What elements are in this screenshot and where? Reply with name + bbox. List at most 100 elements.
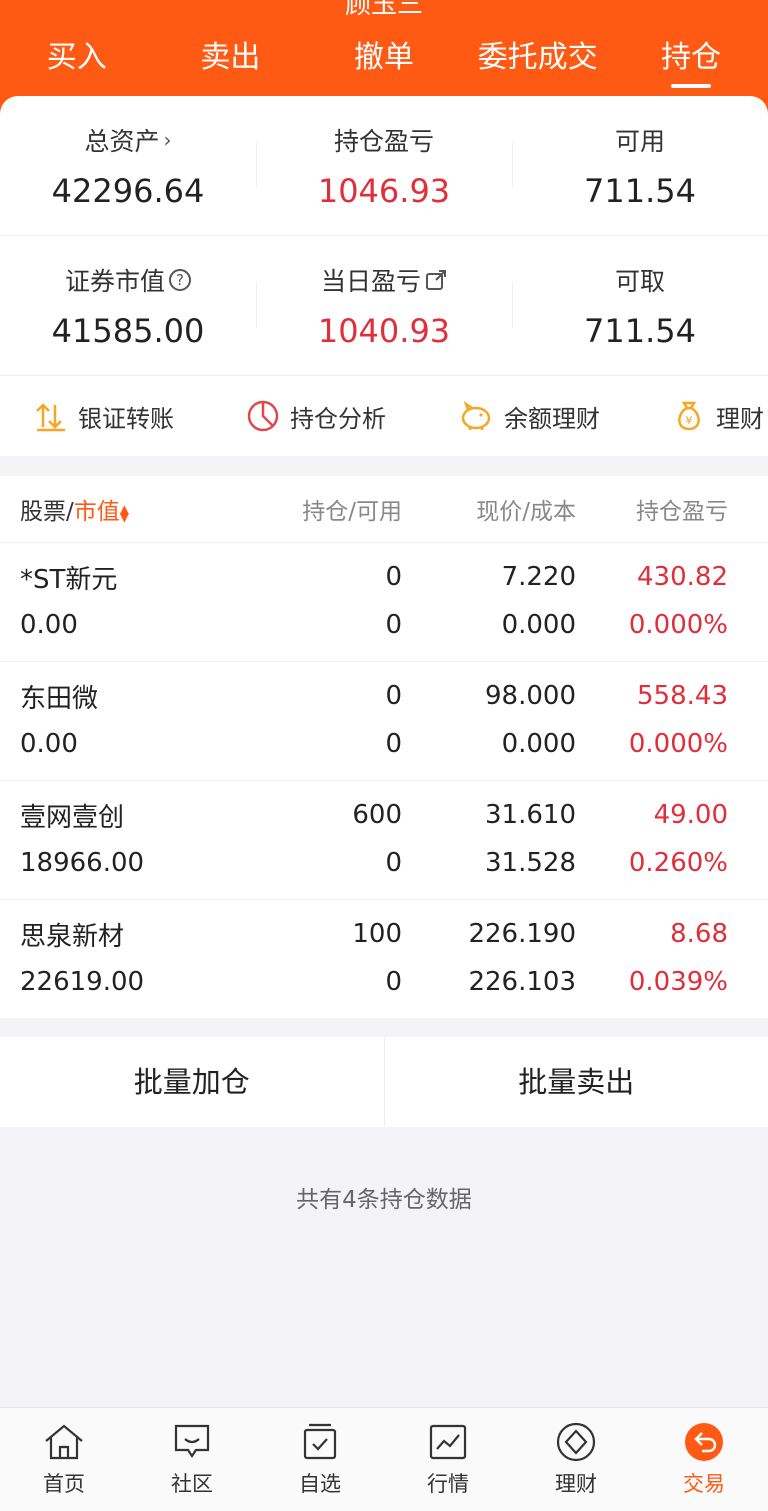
nav-market-label: 行情 [427,1472,469,1496]
money-bag-icon: ¥ [678,401,700,431]
nav-market[interactable]: 行情 [384,1408,512,1511]
available-qty: 0 [385,729,402,759]
position-pl-label: 持仓盈亏 [333,127,434,156]
stock-name: *ST新元 [20,564,118,595]
cost-price: 0.000 [501,610,576,640]
sort-arrows-icon: ▲ ▼ [119,501,129,524]
header-price: 现价/成本 [476,499,576,525]
position-qty: 0 [385,562,402,592]
total-assets-value: 42296.64 [51,172,205,210]
quick-wealth[interactable]: ¥ 理财 [672,399,764,434]
help-icon[interactable]: ? [169,269,191,291]
position-pl: 49.00 [653,800,728,830]
daily-pl-label: 当日盈亏 [320,267,421,296]
quick-transfer-label: 银证转账 [78,404,174,433]
available-value: 711.54 [584,172,696,210]
nav-trade-label: 交易 [683,1472,725,1496]
svg-text:¥: ¥ [686,414,693,427]
trade-icon [685,1423,723,1461]
quick-balance-wealth[interactable]: 余额理财 [458,399,600,434]
current-price: 98.000 [485,681,576,711]
stock-market-value: 22619.00 [20,967,145,997]
available-qty: 0 [385,610,402,640]
batch-actions: 批量加仓 批量卖出 [0,1037,768,1127]
nav-home[interactable]: 首页 [0,1408,128,1511]
market-value-label: 证券市值 [64,267,165,296]
stock-name: 东田微 [20,683,99,714]
chevron-right-icon: › [163,128,172,152]
header-position: 持仓/可用 [302,499,402,525]
position-pl: 430.82 [637,562,728,592]
trade-tabs: 买入 卖出 撤单 委托成交 持仓 [0,34,768,90]
total-assets-label: 总资产 [84,127,160,156]
withdrawable-label: 可取 [614,267,665,296]
quick-analysis[interactable]: 持仓分析 [246,399,386,434]
position-pl-pct: 0.000% [628,610,728,640]
position-pl-value: 1046.93 [317,172,451,210]
nav-wealth-label: 理财 [555,1472,597,1496]
pie-chart-icon [247,400,279,432]
community-icon [174,1424,210,1458]
nav-watchlist[interactable]: 自选 [256,1408,384,1511]
header-pl: 持仓盈亏 [636,499,728,525]
nav-community-label: 社区 [171,1472,213,1496]
withdrawable-funds: 可取 711.54 [512,236,768,375]
bottom-nav: 首页 社区 自选 行情 理财 交易 [0,1407,768,1511]
stock-name: 思泉新材 [20,921,125,952]
batch-add-button[interactable]: 批量加仓 [0,1037,384,1127]
account-summary: 总资产 › 42296.64 持仓盈亏 1046.93 可用 711.54 证券市… [0,96,768,456]
available-qty: 0 [385,848,402,878]
withdrawable-value: 711.54 [584,312,696,350]
wealth-icon [556,1422,596,1462]
position-qty: 0 [385,681,402,711]
nav-home-label: 首页 [43,1472,85,1496]
header-sort-market-value[interactable]: 市值 [74,499,120,525]
account-title: 顾玉三 [344,0,423,20]
nav-watchlist-label: 自选 [299,1472,341,1496]
nav-wealth[interactable]: 理财 [512,1408,640,1511]
nav-trade[interactable]: 交易 [640,1408,768,1511]
tab-buy[interactable]: 买入 [0,34,154,90]
table-row[interactable]: 东田微 0 98.000 558.43 0.00 0 0.000 0.000% [0,661,768,780]
position-qty: 600 [352,800,402,830]
header-stock[interactable]: 股票/市值▲ ▼ [0,492,260,526]
header-stock-label: 股票/ [20,499,74,525]
table-row[interactable]: *ST新元 0 7.220 430.82 0.00 0 0.000 0.000% [0,542,768,661]
quick-analysis-label: 持仓分析 [290,404,386,433]
position-qty: 100 [352,919,402,949]
stock-market-value: 18966.00 [20,848,145,878]
quick-wealth-label: 理财 [716,404,764,433]
holdings-table: 股票/市值▲ ▼ 持仓/可用 现价/成本 持仓盈亏 *ST新元 0 7.220 4… [0,476,768,1018]
position-pl: 8.68 [670,919,728,949]
market-icon [429,1424,467,1460]
home-icon [45,1424,83,1460]
position-pl-pct: 0.039% [628,967,728,997]
cost-price: 31.528 [485,848,576,878]
quick-transfer[interactable]: 银证转账 [34,399,174,434]
cost-price: 226.103 [468,967,576,997]
available-funds: 可用 711.54 [512,96,768,235]
holdings-header: 股票/市值▲ ▼ 持仓/可用 现价/成本 持仓盈亏 [0,476,768,542]
available-qty: 0 [385,967,402,997]
nav-community[interactable]: 社区 [128,1408,256,1511]
market-value: 证券市值? 41585.00 [0,236,256,375]
tab-positions[interactable]: 持仓 [614,34,768,90]
quick-actions: 银证转账 持仓分析 余额理财 ¥ 理财 [0,376,768,456]
cost-price: 0.000 [501,729,576,759]
daily-pl-value: 1040.93 [317,312,451,350]
watchlist-icon [303,1423,337,1460]
batch-sell-button[interactable]: 批量卖出 [383,1037,768,1127]
total-assets[interactable]: 总资产 › 42296.64 [0,96,256,235]
tab-sell[interactable]: 卖出 [154,34,308,90]
external-link-icon[interactable] [425,269,447,291]
table-row[interactable]: 壹网壹创 600 31.610 49.00 18966.00 0 31.528 … [0,780,768,899]
market-value-value: 41585.00 [51,312,205,350]
tab-orders[interactable]: 委托成交 [461,34,615,90]
tab-cancel[interactable]: 撤单 [307,34,461,90]
holdings-count-note: 共有4条持仓数据 [296,1187,472,1213]
position-pl-pct: 0.260% [628,848,728,878]
position-pl-pct: 0.000% [628,729,728,759]
table-row[interactable]: 思泉新材 100 226.190 8.68 22619.00 0 226.103… [0,899,768,1018]
daily-pl: 当日盈亏 1040.93 [256,236,512,375]
position-pl: 持仓盈亏 1046.93 [256,96,512,235]
